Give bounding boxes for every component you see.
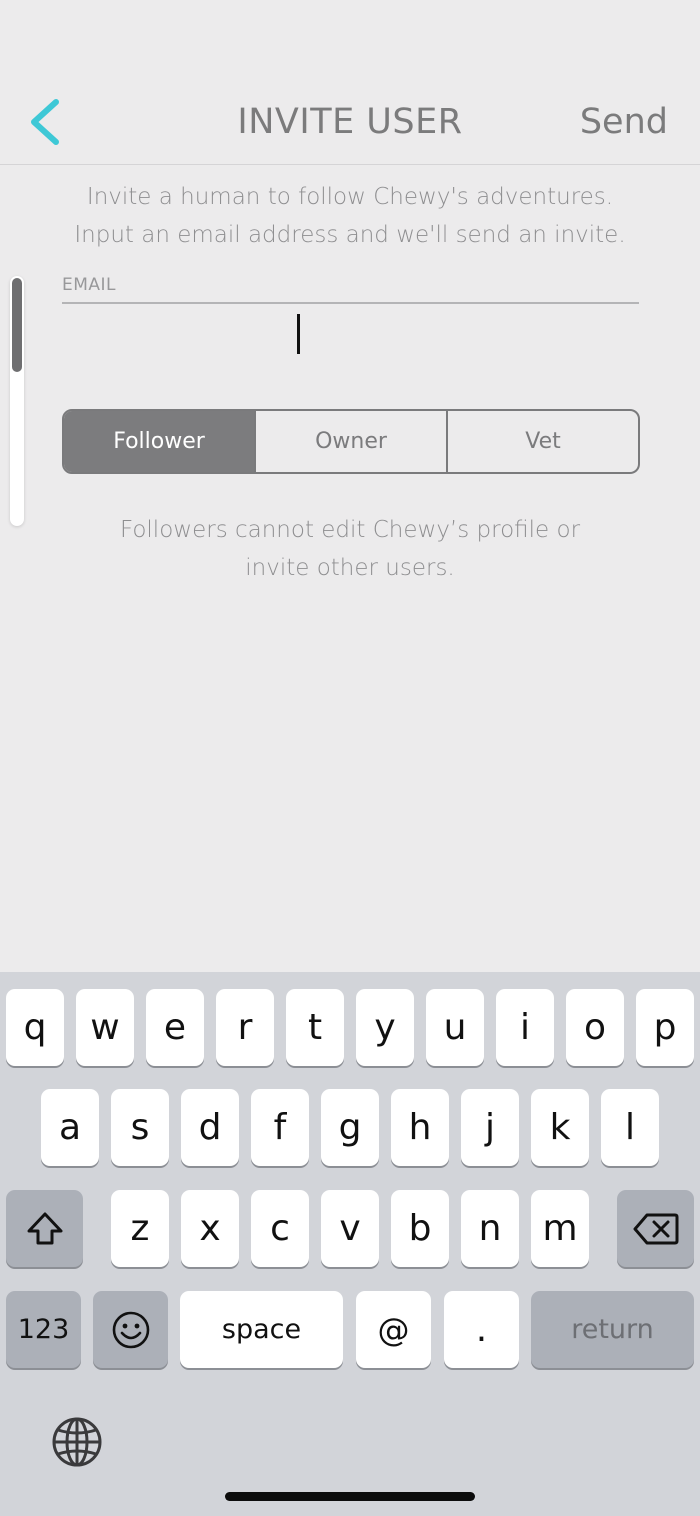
emoji-icon <box>112 1311 149 1348</box>
segment-follower[interactable]: Follower <box>64 411 254 472</box>
key-d[interactable]: d <box>181 1089 239 1166</box>
key-w[interactable]: w <box>76 989 134 1066</box>
return-key[interactable]: return <box>531 1291 694 1368</box>
key-k[interactable]: k <box>531 1089 589 1166</box>
key-i[interactable]: i <box>496 989 554 1066</box>
role-segmented-control: Follower Owner Vet <box>62 409 640 474</box>
key-p[interactable]: p <box>636 989 694 1066</box>
key-o[interactable]: o <box>566 989 624 1066</box>
key-n[interactable]: n <box>461 1190 519 1267</box>
dot-key[interactable]: . <box>444 1291 519 1368</box>
text-cursor <box>297 314 300 354</box>
key-u[interactable]: u <box>426 989 484 1066</box>
role-description-line-2: invite other users. <box>245 555 455 581</box>
keyboard: q w e r t y u i o p a s d f g h j k l z … <box>0 972 700 1516</box>
key-v[interactable]: v <box>321 1190 379 1267</box>
key-z[interactable]: z <box>111 1190 169 1267</box>
send-button[interactable]: Send <box>580 100 668 144</box>
key-r[interactable]: r <box>216 989 274 1066</box>
numbers-key[interactable]: 123 <box>6 1291 81 1368</box>
key-t[interactable]: t <box>286 989 344 1066</box>
role-description-line-1: Followers cannot edit Chewy’s profile or <box>119 517 581 543</box>
scrollbar[interactable] <box>10 276 24 526</box>
segment-vet[interactable]: Vet <box>446 411 638 472</box>
navigation-bar: INVITE USER Send <box>0 0 700 165</box>
key-m[interactable]: m <box>531 1190 589 1267</box>
key-g[interactable]: g <box>321 1089 379 1166</box>
email-label: EMAIL <box>62 275 117 295</box>
intro-text: Invite a human to follow Chewy's adventu… <box>0 178 700 254</box>
globe-icon <box>52 1417 102 1467</box>
key-l[interactable]: l <box>601 1089 659 1166</box>
key-y[interactable]: y <box>356 989 414 1066</box>
key-c[interactable]: c <box>251 1190 309 1267</box>
email-field[interactable] <box>62 308 643 360</box>
email-underline <box>62 302 639 304</box>
key-j[interactable]: j <box>461 1089 519 1166</box>
space-key[interactable]: space <box>180 1291 343 1368</box>
intro-line-2: Input an email address and we'll send an… <box>74 222 626 248</box>
home-indicator[interactable] <box>225 1492 475 1501</box>
delete-key[interactable] <box>617 1190 694 1267</box>
segment-owner[interactable]: Owner <box>254 411 446 472</box>
key-s[interactable]: s <box>111 1089 169 1166</box>
key-e[interactable]: e <box>146 989 204 1066</box>
key-b[interactable]: b <box>391 1190 449 1267</box>
key-q[interactable]: q <box>6 989 64 1066</box>
emoji-key[interactable] <box>93 1291 168 1368</box>
shift-icon <box>27 1212 62 1244</box>
key-a[interactable]: a <box>41 1089 99 1166</box>
key-f[interactable]: f <box>251 1089 309 1166</box>
key-h[interactable]: h <box>391 1089 449 1166</box>
scrollbar-thumb[interactable] <box>12 278 22 372</box>
shift-key[interactable] <box>6 1190 83 1267</box>
navbar-divider <box>0 164 700 165</box>
at-key[interactable]: @ <box>356 1291 431 1368</box>
globe-button[interactable] <box>50 1415 104 1469</box>
intro-line-1: Invite a human to follow Chewy's adventu… <box>86 184 614 210</box>
key-x[interactable]: x <box>181 1190 239 1267</box>
delete-icon <box>633 1213 678 1244</box>
role-description: Followers cannot edit Chewy’s profile or… <box>0 511 700 587</box>
